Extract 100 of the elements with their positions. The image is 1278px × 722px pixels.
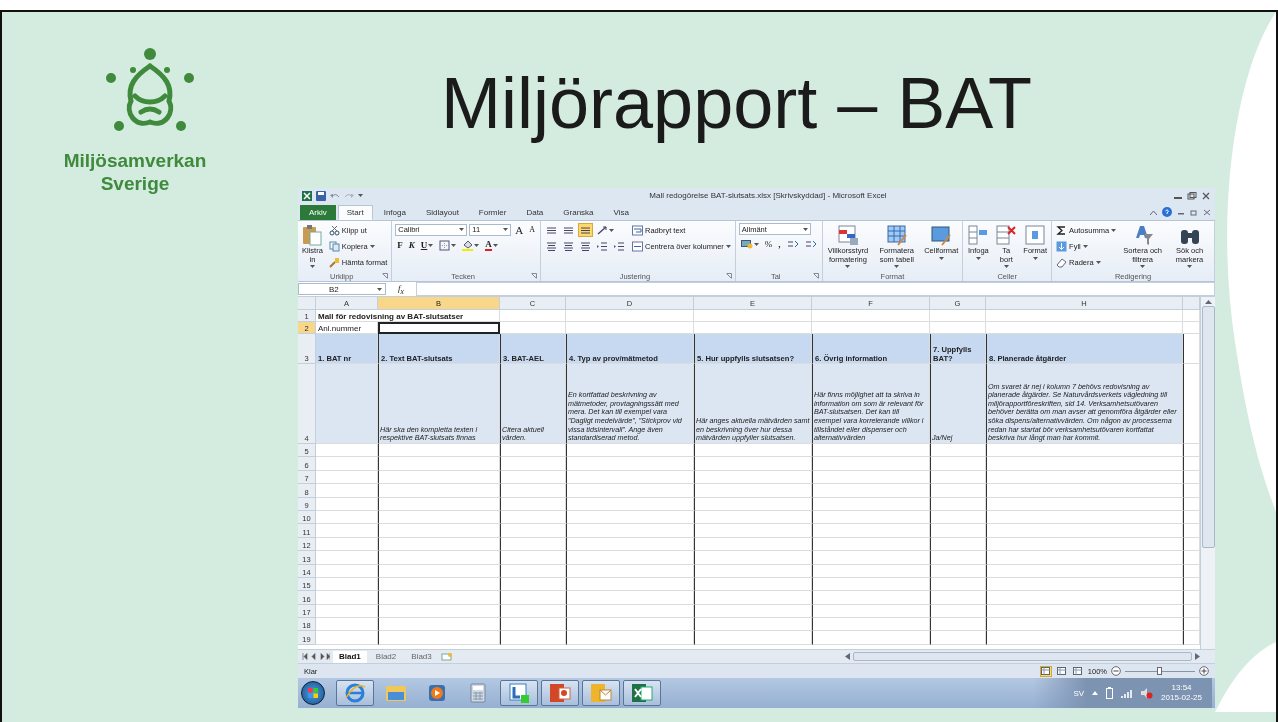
caret-icon bbox=[428, 243, 434, 247]
new-sheet-icon bbox=[440, 652, 453, 661]
page-view-icon bbox=[1057, 667, 1067, 675]
underline-button[interactable]: U bbox=[418, 238, 436, 252]
ribbon-tab[interactable]: Data bbox=[517, 205, 553, 220]
table-cell bbox=[930, 524, 986, 538]
ribbon-tab[interactable]: Start bbox=[337, 205, 373, 220]
ribbon-tab[interactable]: Sidlayout bbox=[416, 205, 468, 220]
percent-button[interactable]: % bbox=[762, 237, 775, 251]
table-cell bbox=[500, 457, 566, 471]
ribbon-tab[interactable]: Infoga bbox=[374, 205, 415, 220]
table-cell bbox=[500, 591, 566, 605]
sheet-nav-arrows-icon bbox=[302, 653, 330, 660]
merge-cells-icon bbox=[632, 240, 643, 252]
vertical-align-button[interactable] bbox=[578, 223, 593, 237]
ribbon-tab[interactable]: Granska bbox=[554, 205, 603, 220]
bold-button[interactable]: F bbox=[395, 238, 405, 252]
insert-function-button[interactable]: f$_{x}$ bbox=[390, 282, 412, 296]
zoom-out-icon bbox=[1111, 666, 1121, 676]
number-format-button[interactable] bbox=[738, 237, 761, 251]
communicator-icon bbox=[508, 682, 530, 704]
view-button[interactable] bbox=[1055, 665, 1068, 677]
ribbon-tab[interactable]: Visa bbox=[604, 205, 638, 220]
table-cell bbox=[500, 551, 566, 565]
shrink-font-button[interactable]: A bbox=[527, 223, 537, 236]
caret-icon bbox=[609, 228, 614, 232]
table-cell: Mall för redovisning av BAT-slutsatser bbox=[316, 310, 500, 322]
slide-title: Miljörapport – BAT bbox=[441, 62, 1032, 144]
borders-button[interactable] bbox=[437, 238, 459, 252]
table-cell bbox=[316, 470, 378, 485]
view-button[interactable] bbox=[1039, 665, 1052, 677]
chevron-up-icon bbox=[1204, 299, 1212, 304]
table-cell bbox=[316, 591, 378, 605]
taskbar-button[interactable] bbox=[541, 680, 579, 706]
caret-icon bbox=[358, 194, 363, 197]
formula-input[interactable] bbox=[415, 282, 1215, 296]
thousands-separator-button[interactable]: , bbox=[776, 237, 783, 251]
calculator-icon bbox=[470, 683, 486, 703]
table-cell bbox=[500, 444, 566, 458]
caret-icon bbox=[894, 265, 900, 269]
ribbon-tab[interactable]: Formler bbox=[469, 205, 516, 220]
sheet-tab[interactable]: Blad2 bbox=[369, 650, 403, 663]
slider-thumb[interactable] bbox=[1157, 666, 1162, 675]
chevron-left-icon bbox=[845, 653, 850, 660]
ribbon-tab[interactable]: Arkiv bbox=[300, 205, 336, 220]
chevron-up-icon bbox=[1092, 691, 1099, 695]
taskbar-button[interactable] bbox=[336, 680, 374, 706]
table-cell bbox=[316, 524, 378, 538]
table-cell bbox=[930, 444, 986, 458]
fill-color-button[interactable] bbox=[460, 238, 482, 252]
horizontal-align-button[interactable] bbox=[561, 239, 576, 253]
table-cell bbox=[316, 444, 378, 458]
sheet-tab[interactable]: Blad1 bbox=[333, 650, 367, 663]
insert-cells-icon bbox=[967, 224, 990, 246]
view-button[interactable] bbox=[1071, 665, 1084, 677]
windows-logo-icon bbox=[308, 687, 318, 699]
caret-icon bbox=[938, 256, 944, 260]
decimal-arrows-icon bbox=[804, 239, 817, 249]
caret-icon bbox=[1187, 265, 1193, 269]
caret-icon bbox=[451, 243, 457, 247]
save-icon bbox=[316, 190, 326, 201]
indent-button[interactable] bbox=[612, 239, 627, 253]
table-cell bbox=[500, 497, 566, 511]
clock-date: 2015-02-25 bbox=[1161, 693, 1202, 704]
taskbar-button[interactable] bbox=[582, 680, 620, 706]
table-cell bbox=[930, 564, 986, 578]
taskbar-button[interactable] bbox=[500, 680, 538, 706]
indent-button[interactable] bbox=[595, 239, 610, 253]
table-cell bbox=[316, 631, 378, 645]
taskbar-button[interactable] bbox=[623, 680, 661, 706]
sheet-tab[interactable]: Blad3 bbox=[405, 650, 438, 663]
indent-icon bbox=[597, 241, 608, 251]
caret-icon bbox=[845, 265, 851, 269]
orientation-button[interactable] bbox=[595, 223, 616, 237]
table-cell bbox=[500, 510, 566, 525]
table-cell bbox=[500, 470, 566, 485]
play-icon bbox=[427, 683, 447, 703]
grow-font-button[interactable]: A bbox=[513, 223, 526, 236]
caret-icon bbox=[492, 243, 498, 247]
table-cell bbox=[930, 510, 986, 525]
table-cell bbox=[930, 577, 986, 592]
font-color-button[interactable]: A bbox=[483, 238, 500, 252]
table-cell bbox=[316, 537, 378, 552]
caret-icon bbox=[1140, 265, 1146, 269]
start-button[interactable] bbox=[301, 681, 325, 705]
selected-cell[interactable] bbox=[378, 322, 500, 334]
caret-icon bbox=[753, 242, 759, 246]
close-icon bbox=[1201, 191, 1211, 200]
name-box[interactable]: B2 bbox=[298, 283, 386, 295]
table-cell bbox=[316, 497, 378, 511]
table-cell bbox=[930, 310, 986, 322]
horizontal-align-button[interactable] bbox=[578, 239, 593, 253]
italic-button[interactable]: K bbox=[406, 238, 417, 252]
delete-cells-icon bbox=[995, 224, 1018, 246]
copy-icon bbox=[328, 240, 340, 252]
vertical-scrollbar[interactable] bbox=[1200, 297, 1215, 649]
decimal-arrows-icon bbox=[786, 239, 799, 249]
sigma-icon bbox=[1056, 224, 1068, 236]
horizontal-align-button[interactable] bbox=[544, 239, 559, 253]
caret-icon bbox=[377, 287, 382, 291]
